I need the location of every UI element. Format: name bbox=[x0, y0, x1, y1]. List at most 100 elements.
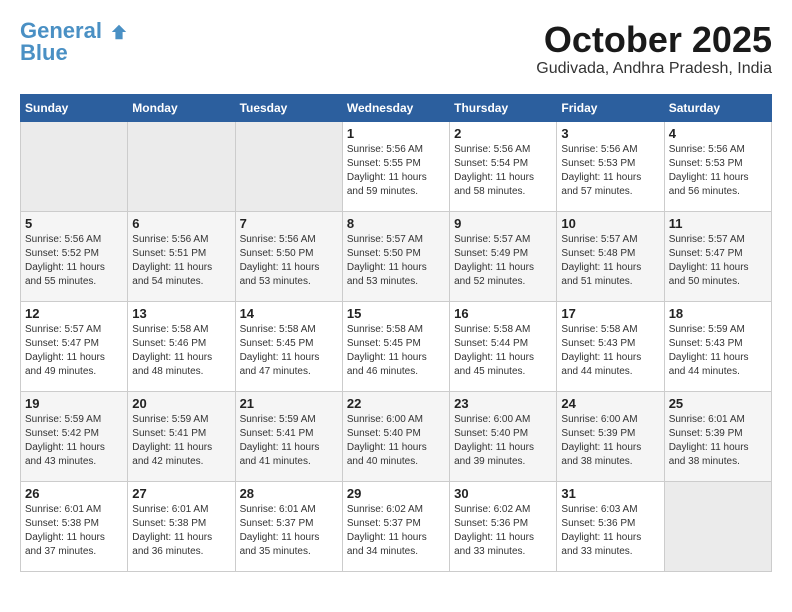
day-number: 5 bbox=[25, 216, 123, 231]
day-info: Sunrise: 5:56 AM Sunset: 5:55 PM Dayligh… bbox=[347, 143, 445, 199]
calendar-cell: 18Sunrise: 5:59 AM Sunset: 5:43 PM Dayli… bbox=[664, 301, 771, 391]
day-number: 17 bbox=[561, 306, 659, 321]
day-number: 10 bbox=[561, 216, 659, 231]
day-info: Sunrise: 5:57 AM Sunset: 5:50 PM Dayligh… bbox=[347, 233, 445, 289]
calendar-cell bbox=[664, 481, 771, 571]
calendar-cell: 6 Sunrise: 5:56 AM Sunset: 5:51 PM Daylig… bbox=[128, 211, 235, 301]
calendar-cell: 19 Sunrise: 5:59 AM Sunset: 5:42 PM Dayli… bbox=[21, 391, 128, 481]
calendar-cell: 8 Sunrise: 5:57 AM Sunset: 5:50 PM Daylig… bbox=[342, 211, 449, 301]
calendar-cell: 17 Sunrise: 5:58 AM Sunset: 5:43 PM Dayli… bbox=[557, 301, 664, 391]
calendar-cell: 3 Sunrise: 5:56 AM Sunset: 5:53 PM Daylig… bbox=[557, 121, 664, 211]
day-number: 12 bbox=[25, 306, 123, 321]
calendar-cell: 7 Sunrise: 5:56 AM Sunset: 5:50 PM Daylig… bbox=[235, 211, 342, 301]
calendar-cell: 31Sunrise: 6:03 AM Sunset: 5:36 PM Dayli… bbox=[557, 481, 664, 571]
day-info: Sunrise: 5:58 AM Sunset: 5:46 PM Dayligh… bbox=[132, 323, 230, 379]
day-info: Sunrise: 6:00 AM Sunset: 5:40 PM Dayligh… bbox=[454, 413, 552, 469]
title-block: October 2025 Gudivada, Andhra Pradesh, I… bbox=[536, 20, 772, 78]
calendar-cell: 28 Sunrise: 6:01 AM Sunset: 5:37 PM Dayli… bbox=[235, 481, 342, 571]
day-info: Sunrise: 6:01 AM Sunset: 5:37 PM Dayligh… bbox=[240, 503, 338, 559]
calendar-cell: 21 Sunrise: 5:59 AM Sunset: 5:41 PM Dayli… bbox=[235, 391, 342, 481]
calendar-cell: 9Sunrise: 5:57 AM Sunset: 5:49 PM Daylig… bbox=[450, 211, 557, 301]
calendar-cell: 25Sunrise: 6:01 AM Sunset: 5:39 PM Dayli… bbox=[664, 391, 771, 481]
calendar-cell: 10 Sunrise: 5:57 AM Sunset: 5:48 PM Dayli… bbox=[557, 211, 664, 301]
weekday-header: Friday bbox=[557, 94, 664, 121]
calendar-cell: 2Sunrise: 5:56 AM Sunset: 5:54 PM Daylig… bbox=[450, 121, 557, 211]
day-number: 30 bbox=[454, 486, 552, 501]
calendar-week-row: 12Sunrise: 5:57 AM Sunset: 5:47 PM Dayli… bbox=[21, 301, 772, 391]
calendar-cell: 12Sunrise: 5:57 AM Sunset: 5:47 PM Dayli… bbox=[21, 301, 128, 391]
calendar-cell bbox=[128, 121, 235, 211]
weekday-header: Saturday bbox=[664, 94, 771, 121]
day-info: Sunrise: 5:56 AM Sunset: 5:52 PM Dayligh… bbox=[25, 233, 123, 289]
day-number: 7 bbox=[240, 216, 338, 231]
day-number: 16 bbox=[454, 306, 552, 321]
calendar-week-row: 26 Sunrise: 6:01 AM Sunset: 5:38 PM Dayli… bbox=[21, 481, 772, 571]
day-number: 1 bbox=[347, 126, 445, 141]
day-number: 3 bbox=[561, 126, 659, 141]
day-info: Sunrise: 5:58 AM Sunset: 5:43 PM Dayligh… bbox=[561, 323, 659, 379]
day-info: Sunrise: 6:00 AM Sunset: 5:40 PM Dayligh… bbox=[347, 413, 445, 469]
day-number: 20 bbox=[132, 396, 230, 411]
weekday-header-row: SundayMondayTuesdayWednesdayThursdayFrid… bbox=[21, 94, 772, 121]
day-number: 26 bbox=[25, 486, 123, 501]
day-number: 21 bbox=[240, 396, 338, 411]
day-info: Sunrise: 5:59 AM Sunset: 5:41 PM Dayligh… bbox=[240, 413, 338, 469]
weekday-header: Sunday bbox=[21, 94, 128, 121]
calendar-week-row: 19 Sunrise: 5:59 AM Sunset: 5:42 PM Dayli… bbox=[21, 391, 772, 481]
weekday-header: Tuesday bbox=[235, 94, 342, 121]
calendar-cell: 22 Sunrise: 6:00 AM Sunset: 5:40 PM Dayli… bbox=[342, 391, 449, 481]
day-info: Sunrise: 5:59 AM Sunset: 5:41 PM Dayligh… bbox=[132, 413, 230, 469]
logo-text: General bbox=[20, 20, 128, 42]
calendar-cell: 24Sunrise: 6:00 AM Sunset: 5:39 PM Dayli… bbox=[557, 391, 664, 481]
day-number: 15 bbox=[347, 306, 445, 321]
day-number: 2 bbox=[454, 126, 552, 141]
day-info: Sunrise: 5:58 AM Sunset: 5:44 PM Dayligh… bbox=[454, 323, 552, 379]
day-info: Sunrise: 5:58 AM Sunset: 5:45 PM Dayligh… bbox=[347, 323, 445, 379]
day-number: 25 bbox=[669, 396, 767, 411]
day-number: 6 bbox=[132, 216, 230, 231]
day-info: Sunrise: 6:02 AM Sunset: 5:37 PM Dayligh… bbox=[347, 503, 445, 559]
calendar-cell: 30 Sunrise: 6:02 AM Sunset: 5:36 PM Dayli… bbox=[450, 481, 557, 571]
day-info: Sunrise: 6:02 AM Sunset: 5:36 PM Dayligh… bbox=[454, 503, 552, 559]
location: Gudivada, Andhra Pradesh, India bbox=[536, 60, 772, 78]
day-number: 24 bbox=[561, 396, 659, 411]
calendar-week-row: 5 Sunrise: 5:56 AM Sunset: 5:52 PM Daylig… bbox=[21, 211, 772, 301]
day-info: Sunrise: 6:01 AM Sunset: 5:38 PM Dayligh… bbox=[132, 503, 230, 559]
weekday-header: Monday bbox=[128, 94, 235, 121]
calendar-table: SundayMondayTuesdayWednesdayThursdayFrid… bbox=[20, 94, 772, 572]
day-info: Sunrise: 6:01 AM Sunset: 5:38 PM Dayligh… bbox=[25, 503, 123, 559]
calendar-cell: 20 Sunrise: 5:59 AM Sunset: 5:41 PM Dayli… bbox=[128, 391, 235, 481]
day-info: Sunrise: 5:56 AM Sunset: 5:53 PM Dayligh… bbox=[561, 143, 659, 199]
day-info: Sunrise: 5:58 AM Sunset: 5:45 PM Dayligh… bbox=[240, 323, 338, 379]
day-number: 4 bbox=[669, 126, 767, 141]
day-number: 23 bbox=[454, 396, 552, 411]
day-info: Sunrise: 5:59 AM Sunset: 5:42 PM Dayligh… bbox=[25, 413, 123, 469]
calendar-cell: 4 Sunrise: 5:56 AM Sunset: 5:53 PM Daylig… bbox=[664, 121, 771, 211]
calendar-cell: 11 Sunrise: 5:57 AM Sunset: 5:47 PM Dayli… bbox=[664, 211, 771, 301]
calendar-cell: 23 Sunrise: 6:00 AM Sunset: 5:40 PM Dayli… bbox=[450, 391, 557, 481]
logo: General Blue bbox=[20, 20, 128, 64]
day-info: Sunrise: 5:57 AM Sunset: 5:49 PM Dayligh… bbox=[454, 233, 552, 289]
day-number: 13 bbox=[132, 306, 230, 321]
day-number: 11 bbox=[669, 216, 767, 231]
day-number: 22 bbox=[347, 396, 445, 411]
day-info: Sunrise: 5:57 AM Sunset: 5:48 PM Dayligh… bbox=[561, 233, 659, 289]
calendar-cell: 1 Sunrise: 5:56 AM Sunset: 5:55 PM Daylig… bbox=[342, 121, 449, 211]
day-info: Sunrise: 5:57 AM Sunset: 5:47 PM Dayligh… bbox=[669, 233, 767, 289]
month-title: October 2025 bbox=[536, 20, 772, 60]
calendar-cell: 5 Sunrise: 5:56 AM Sunset: 5:52 PM Daylig… bbox=[21, 211, 128, 301]
day-number: 14 bbox=[240, 306, 338, 321]
day-info: Sunrise: 5:56 AM Sunset: 5:53 PM Dayligh… bbox=[669, 143, 767, 199]
calendar-cell: 14 Sunrise: 5:58 AM Sunset: 5:45 PM Dayli… bbox=[235, 301, 342, 391]
calendar-cell: 26 Sunrise: 6:01 AM Sunset: 5:38 PM Dayli… bbox=[21, 481, 128, 571]
day-number: 31 bbox=[561, 486, 659, 501]
logo-icon bbox=[110, 23, 128, 41]
day-number: 8 bbox=[347, 216, 445, 231]
day-info: Sunrise: 5:56 AM Sunset: 5:51 PM Dayligh… bbox=[132, 233, 230, 289]
calendar-cell: 27Sunrise: 6:01 AM Sunset: 5:38 PM Dayli… bbox=[128, 481, 235, 571]
day-number: 28 bbox=[240, 486, 338, 501]
day-number: 19 bbox=[25, 396, 123, 411]
calendar-cell: 13 Sunrise: 5:58 AM Sunset: 5:46 PM Dayli… bbox=[128, 301, 235, 391]
day-info: Sunrise: 5:56 AM Sunset: 5:50 PM Dayligh… bbox=[240, 233, 338, 289]
calendar-week-row: 1 Sunrise: 5:56 AM Sunset: 5:55 PM Daylig… bbox=[21, 121, 772, 211]
